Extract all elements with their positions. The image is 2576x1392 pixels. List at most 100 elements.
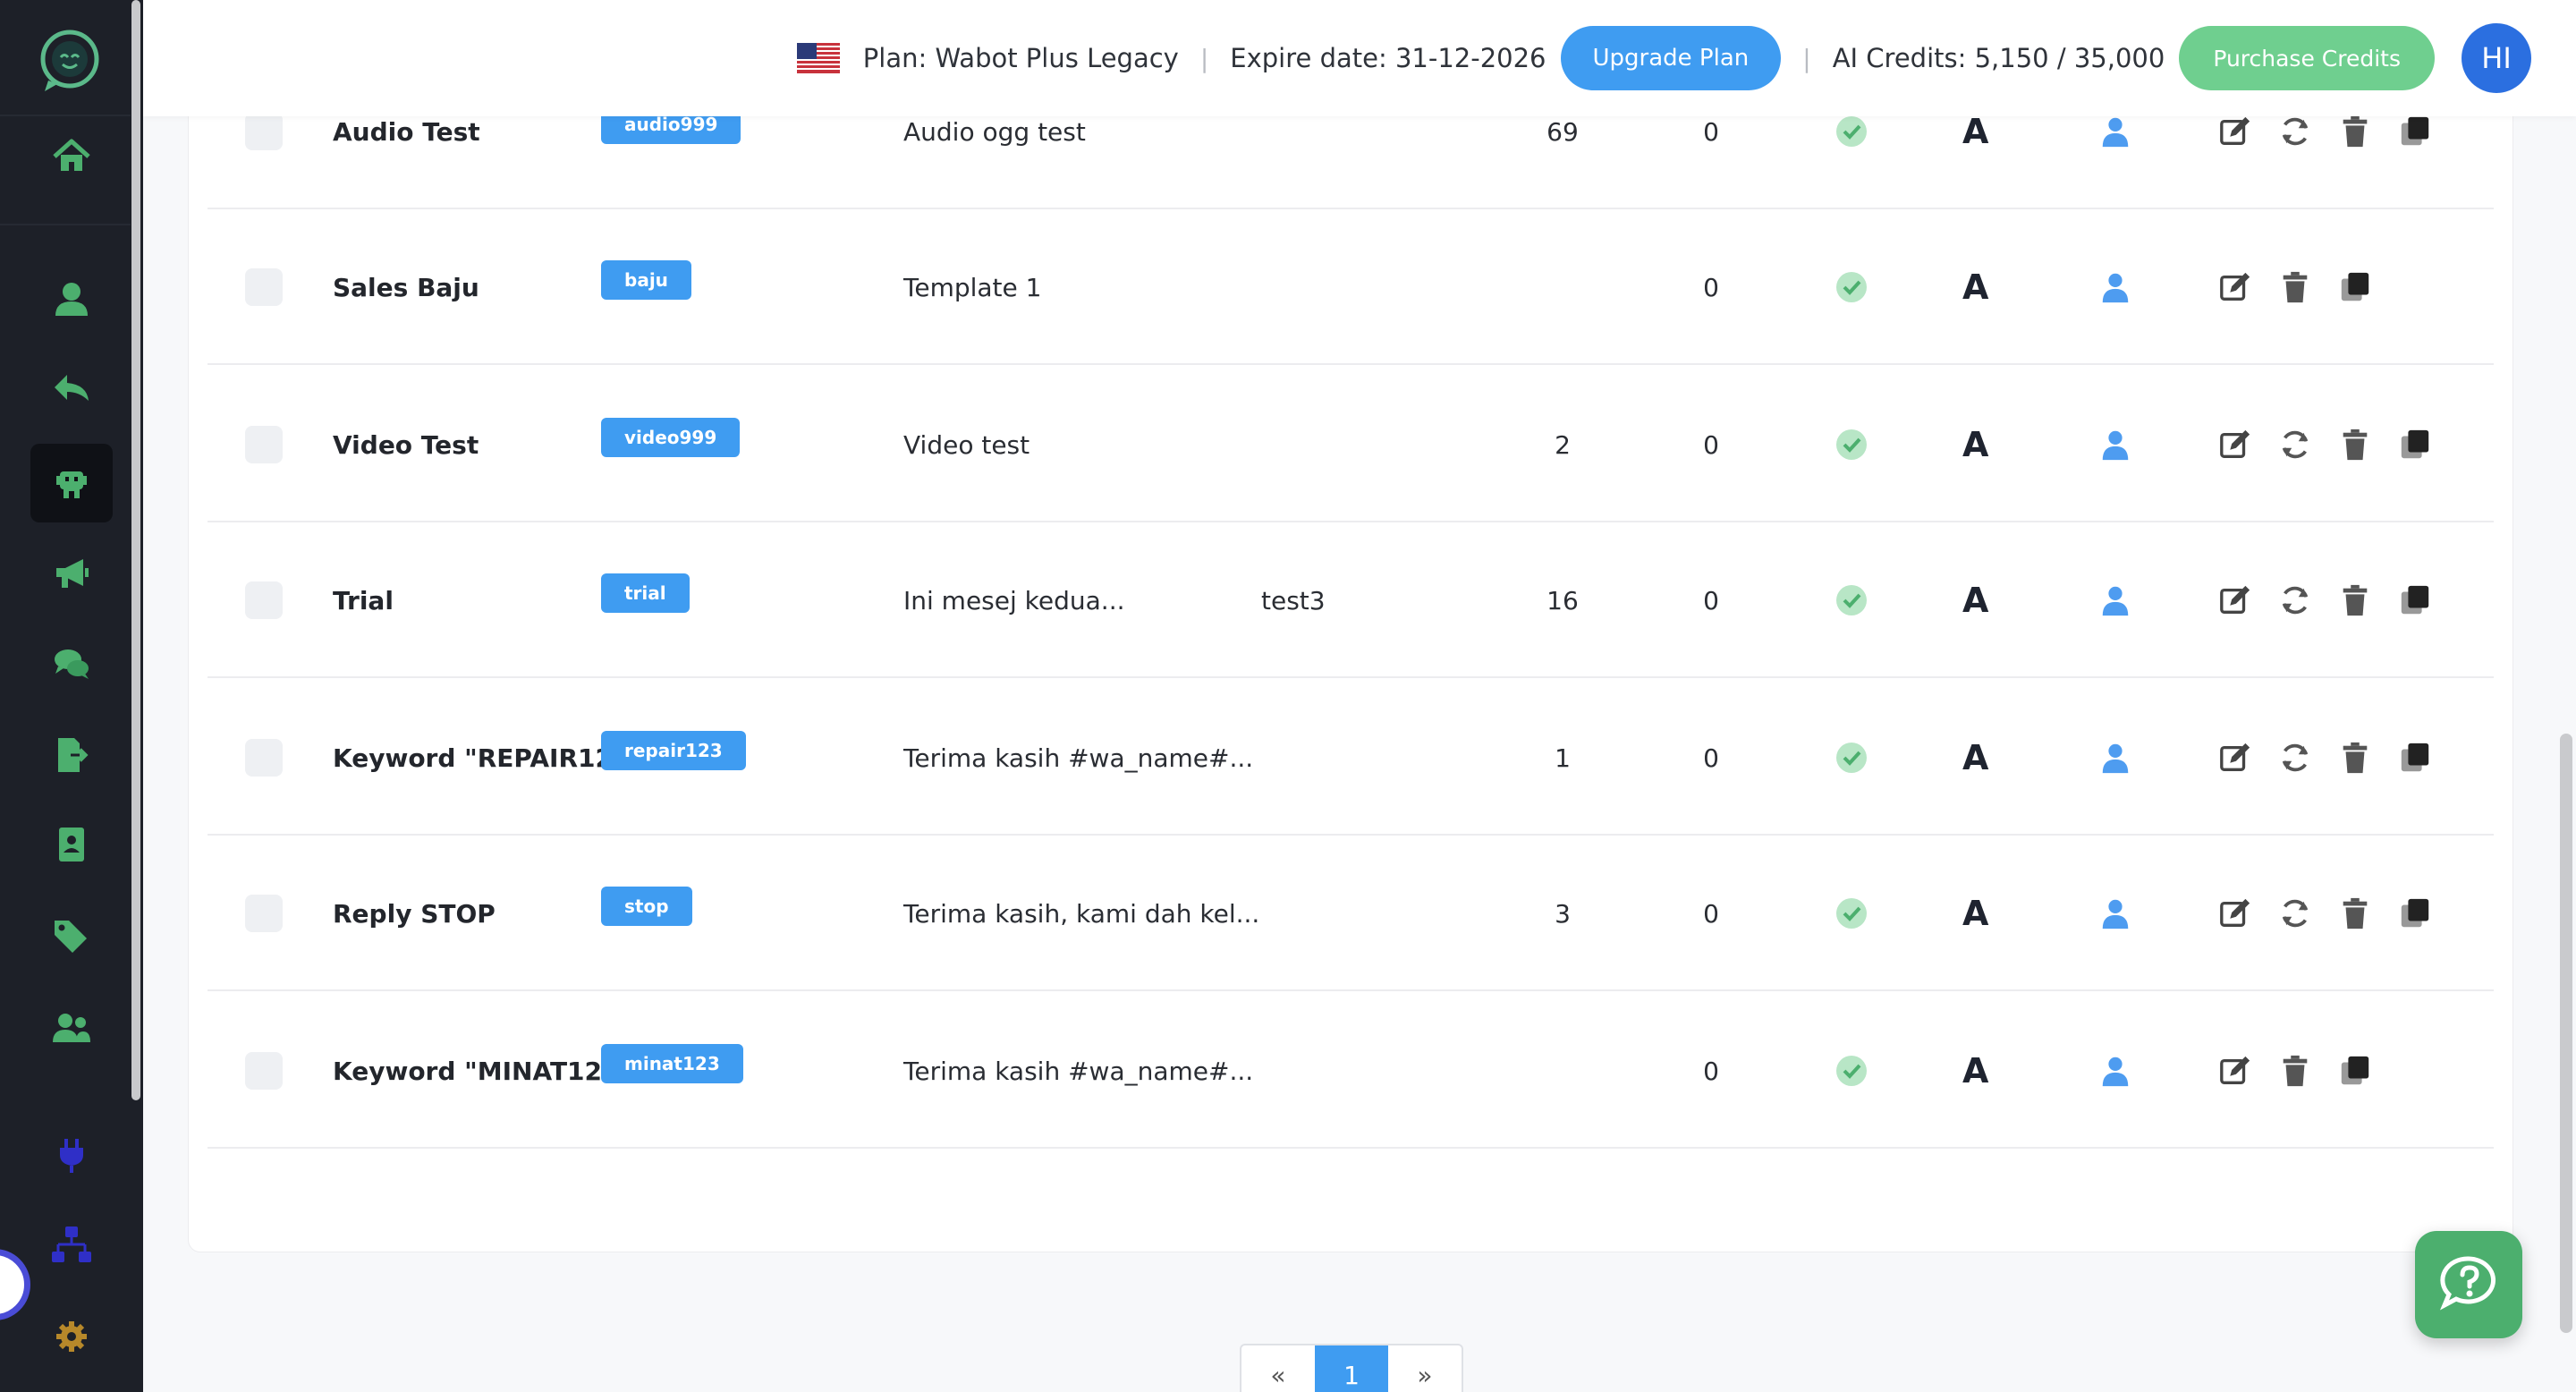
- edit-button[interactable]: [2215, 111, 2256, 152]
- audience: [2098, 836, 2132, 991]
- sidebar-item-bot[interactable]: [30, 444, 113, 522]
- duplicate-button[interactable]: [2394, 893, 2436, 934]
- edit-icon: [2220, 1056, 2250, 1084]
- plug-icon: [60, 1139, 83, 1173]
- sidebar-item-broadcast[interactable]: [30, 533, 113, 612]
- pagination-page[interactable]: 1: [1315, 1345, 1388, 1392]
- sidebar-item-export[interactable]: [30, 716, 113, 794]
- sync-icon: [2282, 430, 2309, 459]
- sidebar-item-tags[interactable]: [30, 896, 113, 975]
- audience: [2098, 367, 2132, 522]
- row-checkbox[interactable]: [245, 113, 283, 150]
- robot-icon: [56, 471, 87, 498]
- separator: |: [1802, 43, 1811, 73]
- match-type-icon: A: [1962, 1051, 1989, 1091]
- row-actions: [2215, 993, 2394, 1149]
- keyword-tag: video999: [601, 418, 741, 457]
- sidebar-scrollbar[interactable]: [131, 0, 140, 1100]
- audience: [2098, 209, 2132, 365]
- sync-button[interactable]: [2275, 893, 2316, 934]
- pagination-prev[interactable]: «: [1241, 1345, 1315, 1392]
- upgrade-plan-button[interactable]: Upgrade Plan: [1560, 26, 1782, 90]
- response-preview: Ini mesej kedua...: [903, 585, 1125, 615]
- rule-name: Keyword "MINAT123": [333, 1056, 633, 1086]
- logo-icon[interactable]: [36, 27, 104, 95]
- edit-icon: [2220, 898, 2250, 927]
- duplicate-button[interactable]: [2394, 737, 2436, 778]
- keyword-tag-cell: repair123: [601, 680, 746, 836]
- response-preview: Terima kasih, kami dah kel...: [903, 898, 1260, 929]
- table-row: Keyword "REPAIR123" repair123 Terima kasih…: [208, 680, 2494, 836]
- user-icon: [2102, 899, 2129, 929]
- check-circle-icon: [1836, 898, 1867, 929]
- secondary-count: 0: [1703, 1056, 1719, 1086]
- delete-button[interactable]: [2334, 424, 2376, 465]
- delete-icon: [2343, 584, 2368, 616]
- purchase-credits-button[interactable]: Purchase Credits: [2179, 26, 2435, 90]
- gear-icon: [56, 1321, 87, 1352]
- delete-button[interactable]: [2334, 580, 2376, 621]
- question-chat-icon: [2439, 1256, 2496, 1311]
- match-type-icon: A: [1962, 425, 1989, 464]
- plan-text: Plan: Wabot Plus Legacy: [862, 43, 1179, 73]
- keyword-tag-cell: baju: [601, 209, 691, 365]
- sidebar-item-autoreply[interactable]: [30, 349, 113, 428]
- duplicate-button[interactable]: [2394, 424, 2436, 465]
- rule-label: test3: [1261, 585, 1326, 615]
- delete-button[interactable]: [2275, 1050, 2316, 1091]
- file-export-icon: [58, 738, 89, 772]
- secondary-count: 0: [1703, 429, 1719, 460]
- delete-button[interactable]: [2334, 111, 2376, 152]
- duplicate-button[interactable]: [2334, 1050, 2376, 1091]
- rule-name: Trial: [333, 585, 394, 615]
- sidebar-item-integrations[interactable]: [30, 1116, 113, 1195]
- tags-icon: [55, 921, 87, 953]
- delete-button[interactable]: [2275, 267, 2316, 308]
- pagination-next[interactable]: »: [1388, 1345, 1462, 1392]
- response-preview: Template 1: [903, 272, 1042, 302]
- edit-button[interactable]: [2215, 737, 2256, 778]
- avatar[interactable]: HI: [2462, 23, 2531, 93]
- us-flag-icon[interactable]: [796, 43, 840, 73]
- sync-button[interactable]: [2275, 580, 2316, 621]
- help-chat-button[interactable]: [2415, 1231, 2522, 1338]
- row-checkbox[interactable]: [245, 426, 283, 463]
- sidebar-item-team[interactable]: [30, 988, 113, 1066]
- sync-button[interactable]: [2275, 111, 2316, 152]
- sidebar-item-settings[interactable]: [30, 1297, 113, 1376]
- duplicate-button[interactable]: [2394, 111, 2436, 152]
- sidebar-item-profile[interactable]: [30, 259, 113, 338]
- edit-button[interactable]: [2215, 424, 2256, 465]
- table-row: Trial trial Ini mesej kedua... test3 16 0 A: [208, 522, 2494, 678]
- row-checkbox[interactable]: [245, 268, 283, 306]
- user-icon: [2102, 1057, 2129, 1087]
- page-scrollbar[interactable]: [2560, 734, 2572, 1333]
- duplicate-button[interactable]: [2334, 267, 2376, 308]
- trigger-count: 2: [1555, 429, 1571, 460]
- delete-icon: [2343, 742, 2368, 774]
- row-checkbox[interactable]: [245, 895, 283, 932]
- sidebar-item-flows[interactable]: [30, 1206, 113, 1285]
- keyword-tag-cell: trial: [601, 522, 690, 678]
- delete-icon: [2343, 429, 2368, 461]
- delete-button[interactable]: [2334, 893, 2376, 934]
- sidebar-item-home[interactable]: [30, 116, 113, 195]
- delete-button[interactable]: [2334, 737, 2376, 778]
- sync-button[interactable]: [2275, 737, 2316, 778]
- duplicate-button[interactable]: [2394, 580, 2436, 621]
- rule-name: Reply STOP: [333, 898, 496, 929]
- sidebar-item-chat[interactable]: [30, 624, 113, 703]
- keyword-tag: trial: [601, 573, 690, 613]
- row-checkbox[interactable]: [245, 739, 283, 777]
- edit-button[interactable]: [2215, 267, 2256, 308]
- sync-button[interactable]: [2275, 424, 2316, 465]
- match-type-icon: A: [1962, 267, 1989, 307]
- row-checkbox[interactable]: [245, 581, 283, 619]
- trigger-count: [1522, 209, 1603, 365]
- edit-button[interactable]: [2215, 1050, 2256, 1091]
- edit-button[interactable]: [2215, 580, 2256, 621]
- row-checkbox[interactable]: [245, 1052, 283, 1090]
- edit-button[interactable]: [2215, 893, 2256, 934]
- rule-name: Keyword "REPAIR123": [333, 743, 644, 773]
- sidebar-item-contacts[interactable]: [30, 805, 113, 884]
